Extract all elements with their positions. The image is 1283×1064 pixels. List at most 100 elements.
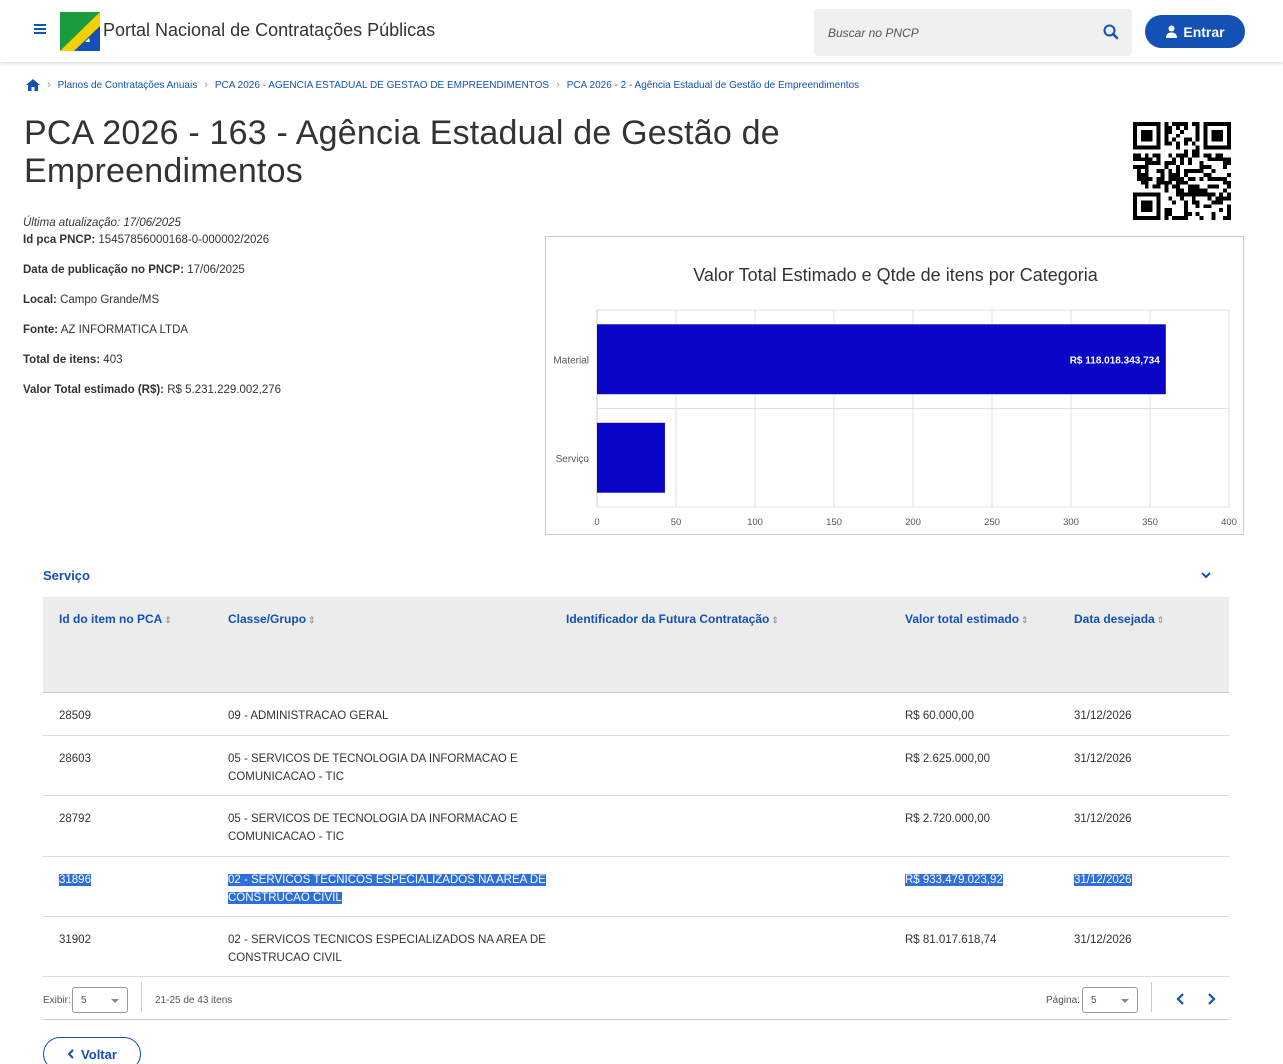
page-size-select[interactable]: 5: [72, 987, 128, 1013]
qr-module: [1140, 208, 1145, 213]
qr-module: [1160, 180, 1165, 185]
qr-module: [1168, 180, 1173, 185]
qr-module: [1172, 200, 1177, 205]
search-input[interactable]: [828, 23, 1088, 43]
menu-icon[interactable]: [30, 21, 50, 41]
qr-module: [1227, 212, 1231, 217]
search-icon[interactable]: [1102, 23, 1120, 41]
site-title[interactable]: Portal Nacional de Contratações Públicas: [103, 20, 435, 41]
cell-classe: 02 - SERVICOS TECNICOS ESPECIALIZADOS NA…: [228, 934, 546, 964]
qr-module: [1187, 212, 1192, 217]
qr-module: [1168, 196, 1173, 201]
qr-module: [1160, 169, 1165, 173]
table-row-selected[interactable]: 31896 02 - SERVICOS TECNICOS ESPECIALIZA…: [43, 857, 1229, 917]
back-button[interactable]: Voltar: [43, 1037, 141, 1064]
divider: [141, 982, 142, 1012]
x-tick-label: 0: [594, 517, 599, 528]
qr-module: [1199, 216, 1204, 220]
table-row[interactable]: 28792 05 - SERVICOS DE TECNOLOGIA DA INF…: [43, 796, 1229, 857]
qr-module: [1215, 137, 1220, 142]
breadcrumb-item-planos[interactable]: Planos de Contratações Anuais: [58, 80, 198, 91]
qr-module: [1207, 122, 1212, 126]
qr-module: [1180, 196, 1184, 201]
x-tick-label: 50: [671, 517, 682, 528]
qr-module: [1156, 192, 1161, 197]
qr-module: [1219, 133, 1224, 138]
qr-module: [1164, 125, 1169, 130]
qr-module: [1215, 145, 1220, 150]
cell-valor: R$ 2.625.000,00: [905, 753, 991, 765]
qr-module: [1133, 153, 1137, 158]
qr-module: [1227, 204, 1231, 209]
cell-classe: 02 - SERVICOS TECNICOS ESPECIALIZADOS NA…: [228, 874, 546, 904]
qr-module: [1203, 122, 1208, 126]
qr-module: [1144, 176, 1149, 181]
qr-module: [1183, 180, 1188, 185]
qr-module: [1156, 176, 1161, 181]
qr-module: [1215, 196, 1220, 201]
divider: [1151, 982, 1152, 1012]
pncp-logo[interactable]: [60, 12, 100, 51]
login-button[interactable]: Entrar: [1145, 15, 1245, 48]
home-icon[interactable]: [26, 79, 40, 91]
qr-module: [1168, 161, 1173, 166]
chevron-left-icon[interactable]: [1173, 991, 1189, 1007]
qr-module: [1180, 188, 1184, 193]
qr-module: [1140, 165, 1145, 170]
qr-module: [1148, 216, 1153, 220]
back-label: Voltar: [81, 1046, 117, 1062]
breadcrumb-item-pca-agencia[interactable]: PCA 2026 - AGENCIA ESTADUAL DE GESTAO DE…: [215, 80, 549, 91]
column-identificador[interactable]: Identificador da Futura Contratação ⇕: [566, 612, 779, 626]
table-row[interactable]: 28603 05 - SERVICOS DE TECNOLOGIA DA INF…: [43, 736, 1229, 796]
qr-module: [1227, 129, 1231, 134]
qr-module: [1136, 169, 1141, 173]
chevron-right-icon[interactable]: [1203, 991, 1219, 1007]
table-row[interactable]: 28509 09 - ADMINISTRACAO GERAL R$ 60.000…: [43, 693, 1229, 736]
qr-module: [1187, 169, 1192, 173]
section-title[interactable]: Serviço: [43, 568, 90, 583]
qr-module: [1187, 157, 1192, 162]
qr-module: [1164, 216, 1169, 220]
cell-data: 31/12/2026: [1074, 874, 1132, 886]
qr-module: [1195, 145, 1200, 150]
qr-module: [1156, 137, 1161, 142]
qr-module: [1140, 216, 1145, 220]
qr-module: [1195, 200, 1200, 205]
qr-module: [1176, 192, 1181, 197]
qr-module: [1164, 133, 1169, 138]
column-data-desejada[interactable]: Data desejada ⇕: [1074, 612, 1164, 626]
qr-module: [1164, 165, 1169, 170]
qr-module: [1180, 176, 1184, 181]
qr-module: [1160, 176, 1165, 181]
qr-module: [1227, 184, 1231, 189]
qr-module: [1215, 129, 1220, 134]
breadcrumb-item-current[interactable]: PCA 2026 - 2 - Agência Estadual de Gestã…: [567, 80, 859, 91]
caret-down-icon: [1121, 999, 1129, 1003]
qr-module: [1191, 149, 1196, 154]
qr-module: [1164, 212, 1169, 217]
qr-module: [1215, 153, 1220, 158]
chevron-down-icon[interactable]: [1199, 568, 1213, 582]
table-row[interactable]: 31902 02 - SERVICOS TECNICOS ESPECIALIZA…: [43, 917, 1229, 977]
qr-module: [1172, 216, 1177, 220]
qr-module: [1168, 176, 1173, 181]
qr-module: [1227, 141, 1231, 146]
qr-module: [1133, 157, 1137, 162]
qr-module: [1183, 172, 1188, 177]
qr-module: [1219, 200, 1224, 205]
column-valor-total[interactable]: Valor total estimado ⇕: [905, 612, 1029, 626]
qr-module: [1164, 137, 1169, 142]
qr-module: [1152, 192, 1157, 197]
qr-module: [1199, 192, 1204, 197]
qr-module: [1133, 133, 1137, 138]
qr-module: [1207, 165, 1212, 170]
qr-module: [1195, 137, 1200, 142]
qr-module: [1156, 169, 1161, 173]
qr-module: [1187, 184, 1192, 189]
page-select[interactable]: 5: [1082, 987, 1138, 1013]
column-id-item[interactable]: Id do item no PCA ⇕: [59, 612, 172, 626]
column-classe-grupo[interactable]: Classe/Grupo ⇕: [228, 612, 316, 626]
qr-module: [1219, 176, 1224, 181]
cell-classe: 05 - SERVICOS DE TECNOLOGIA DA INFORMACA…: [228, 813, 518, 843]
qr-module: [1160, 172, 1165, 177]
